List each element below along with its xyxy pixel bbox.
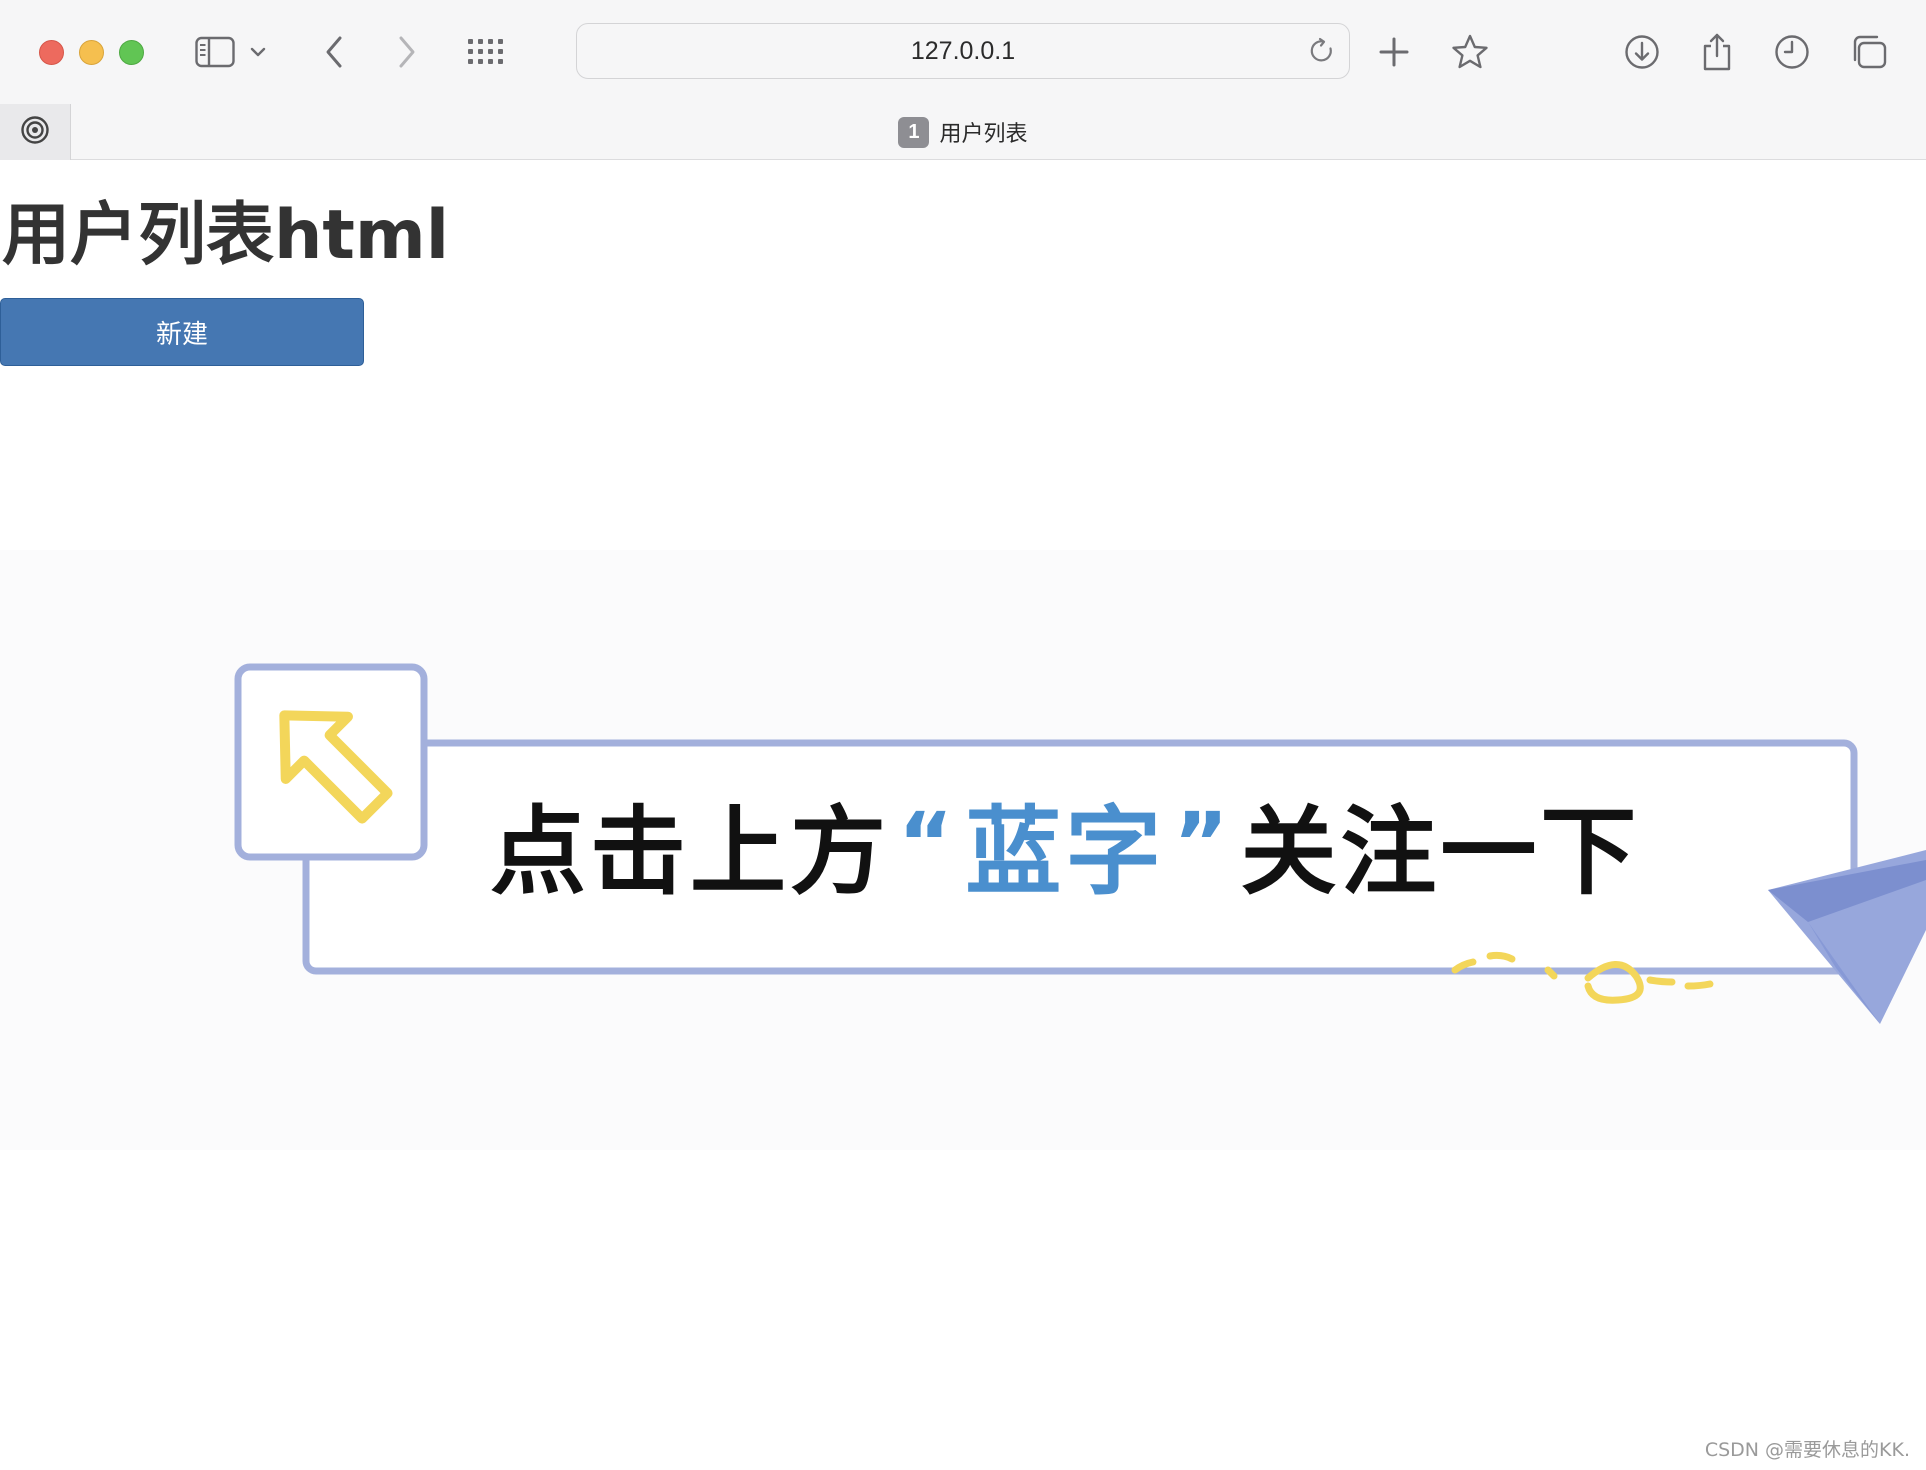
banner-quote-close: ”	[1173, 794, 1233, 892]
url-text[interactable]: 127.0.0.1	[577, 24, 1349, 78]
tabs-icon	[1850, 34, 1888, 70]
new-button[interactable]: 新建	[0, 298, 364, 366]
share-button[interactable]	[1695, 30, 1739, 74]
sidebar-menu-button[interactable]	[246, 30, 270, 74]
sidebar-toggle-button[interactable]	[193, 30, 237, 74]
share-icon	[1701, 32, 1733, 72]
tab-bar: 1 用户列表	[0, 104, 1926, 160]
page-content: 用户列表html 新建 点击上方 “ 蓝字 ” 关注一下 CSDN @需要休息的…	[0, 160, 1926, 1470]
page-title: 用户列表html	[2, 196, 450, 275]
chevron-right-icon	[395, 35, 417, 69]
banner-text-highlight: 蓝字	[965, 795, 1166, 908]
forward-button[interactable]	[384, 30, 428, 74]
chevron-left-icon	[324, 35, 346, 69]
reload-icon[interactable]	[1307, 36, 1337, 66]
arrow-box	[234, 663, 428, 861]
banner-quote-open: “	[898, 794, 958, 892]
history-button[interactable]	[1770, 30, 1814, 74]
tab-active[interactable]: 1 用户列表	[0, 104, 1926, 160]
tab-overview-button[interactable]	[464, 30, 508, 74]
tab-title: 用户列表	[939, 122, 1028, 147]
back-button[interactable]	[313, 30, 357, 74]
clock-icon	[1774, 34, 1810, 70]
follow-banner-image: 点击上方 “ 蓝字 ” 关注一下	[0, 550, 1926, 1150]
plus-icon	[1379, 37, 1409, 67]
banner-text-part2: 关注一下	[1240, 795, 1641, 908]
downloads-button[interactable]	[1620, 30, 1664, 74]
watermark: CSDN @需要休息的KK.	[1704, 1439, 1910, 1461]
bookmark-button[interactable]	[1448, 30, 1492, 74]
browser-toolbar: 127.0.0.1	[0, 0, 1926, 104]
tab-number-badge: 1	[898, 116, 930, 148]
banner-text-part1: 点击上方	[490, 795, 890, 908]
close-window-button[interactable]	[39, 40, 64, 65]
chevron-down-icon	[250, 46, 266, 58]
tabs-button[interactable]	[1847, 30, 1891, 74]
new-tab-button[interactable]	[1372, 30, 1416, 74]
browser-window: 127.0.0.1 1 用户列表 用户列表html 新建 点击上方 “ 蓝字 ”…	[0, 0, 1926, 1470]
address-bar[interactable]: 127.0.0.1	[576, 23, 1350, 79]
sidebar-icon	[195, 36, 235, 68]
download-icon	[1624, 34, 1660, 70]
zoom-window-button[interactable]	[119, 40, 144, 65]
star-icon	[1451, 34, 1489, 70]
banner-text: 点击上方 “ 蓝字 ” 关注一下	[490, 788, 1640, 908]
grid-icon	[467, 38, 505, 66]
minimize-window-button[interactable]	[79, 40, 104, 65]
